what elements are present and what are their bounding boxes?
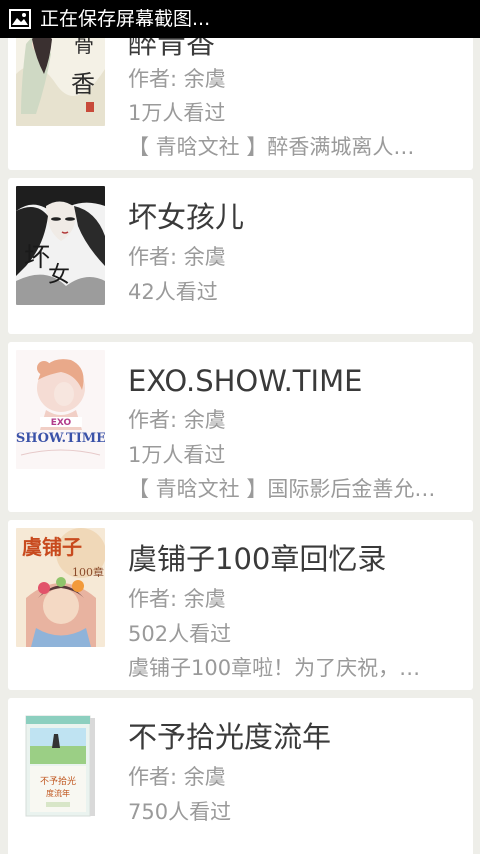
cover-buyushiguang-icon: 不予拾光 度流年 <box>16 706 105 825</box>
cover-yupuzi-icon: 虞铺子 100章 <box>16 528 105 647</box>
cover-show-time-text: SHOW.TIME <box>16 431 105 446</box>
svg-text:不予拾光: 不予拾光 <box>40 775 76 787</box>
book-title[interactable]: 坏女孩儿 <box>128 200 244 234</box>
book-card-3[interactable]: EXO SHOW.TIME EXO.SHOW.TIME 作者: 余虞 1万人看过… <box>8 342 473 512</box>
book-desc: 虞铺子100章啦！为了庆祝，… <box>128 656 421 680</box>
book-card-2[interactable]: 坏 女 坏女孩儿 作者: 余虞 42人看过 <box>8 178 473 334</box>
book-card-4[interactable]: 虞铺子 100章 虞铺子100章回忆录 作者: 余虞 502人看过 虞铺子100… <box>8 520 473 690</box>
book-author: 作者: 余虞 <box>128 408 226 432</box>
cover-exo-show-time-icon: EXO SHOW.TIME <box>16 350 105 469</box>
cover-yupuzi-text: 虞铺子 <box>22 535 82 559</box>
book-views: 1万人看过 <box>128 443 226 467</box>
book-desc: 【 青晗文社 】国际影后金善允… <box>128 477 436 501</box>
book-author: 作者: 余虞 <box>128 587 226 611</box>
book-desc: 【 青晗文社 】醉香满城离人… <box>128 135 415 159</box>
status-bar: 正在保存屏幕截图... <box>0 0 480 38</box>
book-author: 作者: 余虞 <box>128 67 226 91</box>
cover-huainvhaier-icon: 坏 女 <box>16 186 105 305</box>
book-list: 骨 香 醉青香 作者: 余虞 1万人看过 【 青晗文社 】醉香满城离人… 坏 女… <box>0 0 480 854</box>
book-card-5[interactable]: 不予拾光 度流年 不予拾光度流年 作者: 余虞 750人看过 <box>8 698 473 854</box>
book-cover-3: EXO SHOW.TIME <box>16 350 105 469</box>
book-views: 502人看过 <box>128 622 232 646</box>
book-title[interactable]: 虞铺子100章回忆录 <box>128 542 386 576</box>
book-cover-4: 虞铺子 100章 <box>16 528 105 647</box>
book-views: 1万人看过 <box>128 101 226 125</box>
svg-text:EXO: EXO <box>51 418 72 428</box>
book-title[interactable]: EXO.SHOW.TIME <box>128 364 362 398</box>
svg-text:女: 女 <box>48 263 70 288</box>
book-views: 42人看过 <box>128 280 218 304</box>
cover-100-text: 100章 <box>72 565 104 579</box>
svg-text:坏: 坏 <box>24 243 50 273</box>
book-author: 作者: 余虞 <box>128 765 226 789</box>
book-author: 作者: 余虞 <box>128 245 226 269</box>
book-views: 750人看过 <box>128 800 232 824</box>
image-icon <box>9 9 31 29</box>
book-cover-5: 不予拾光 度流年 <box>16 706 105 825</box>
book-cover-2: 坏 女 <box>16 186 105 305</box>
status-text: 正在保存屏幕截图... <box>40 8 211 30</box>
svg-text:度流年: 度流年 <box>46 788 70 798</box>
book-title[interactable]: 不予拾光度流年 <box>128 720 331 754</box>
svg-text:香: 香 <box>71 70 95 98</box>
